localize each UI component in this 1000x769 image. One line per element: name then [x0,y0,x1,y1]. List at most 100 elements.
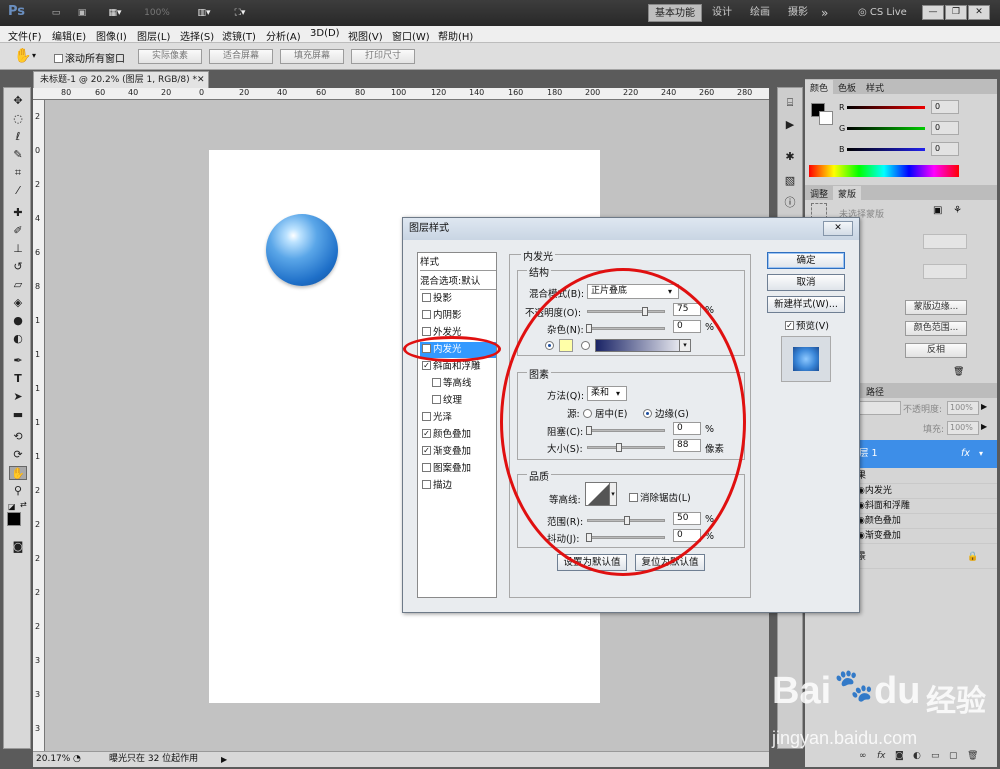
opacity-arrow-icon[interactable]: ▶ [981,402,987,411]
menu-3d[interactable]: 3D(D) [310,28,340,39]
quick-select-tool-icon[interactable]: ✎ [9,148,27,162]
invert-button[interactable]: 反相 [905,343,967,358]
style-checkbox-checked[interactable]: ✓ [422,429,431,438]
marquee-tool-icon[interactable]: ◌ [9,112,27,126]
mask-trash-icon[interactable]: 🗑 [953,367,964,377]
zoom-tool-icon[interactable]: ⚲ [9,484,27,498]
minimize-button[interactable]: — [922,5,944,20]
style-checkbox[interactable] [422,412,431,421]
menu-edit[interactable]: 编辑(E) [52,28,86,43]
vector-mask-icon[interactable]: ⚘ [953,205,962,216]
tool-preset-chevron-icon[interactable]: ▾ [32,51,36,60]
hand-tool-icon[interactable]: ✋ [9,466,27,480]
color-range-button[interactable]: 颜色范围... [905,321,967,336]
fit-screen-button[interactable]: 适合屏幕 [209,49,273,64]
menu-help[interactable]: 帮助(H) [438,28,473,43]
effect-color-overlay[interactable]: ◉颜色叠加 [855,514,997,529]
tab-swatches[interactable]: 色板 [833,80,861,95]
effect-bevel-emboss[interactable]: ◉斜面和浮雕 [855,499,997,514]
effect-gradient-overlay[interactable]: ◉渐变叠加 [855,529,997,544]
fill-arrow-icon[interactable]: ▶ [981,422,987,431]
crop-tool-icon[interactable]: ⌗ [9,166,27,180]
menu-view[interactable]: 视图(V) [348,28,383,43]
brush-tool-icon[interactable]: ✐ [9,224,27,238]
style-checkbox[interactable] [432,378,441,387]
move-tool-icon[interactable]: ✥ [9,94,27,108]
menu-window[interactable]: 窗口(W) [392,28,430,43]
style-item[interactable]: 图案叠加 [420,461,496,477]
healing-brush-tool-icon[interactable]: ✚ [9,206,27,220]
density-field[interactable] [923,234,967,249]
cs-live-button[interactable]: ◎ CS Live [852,4,913,22]
path-select-tool-icon[interactable]: ➤ [9,390,27,404]
value-r[interactable]: 0 [931,100,959,114]
mini-bridge-icon[interactable]: ▣ [74,5,90,21]
tab-adjustments[interactable]: 调整 [805,186,833,201]
menu-analysis[interactable]: 分析(A) [266,28,301,43]
eyedropper-tool-icon[interactable]: ⁄ [9,184,27,198]
print-size-button[interactable]: 打印尺寸 [351,49,415,64]
quick-mask-icon[interactable]: ◙ [9,540,27,554]
blur-tool-icon[interactable]: ● [9,314,27,328]
close-tab-icon[interactable]: ✕ [197,72,205,88]
info-panel-icon[interactable]: ⓘ [782,196,798,210]
tab-styles[interactable]: 样式 [861,80,889,95]
slider-b[interactable] [847,148,925,151]
value-g[interactable]: 0 [931,121,959,135]
layer-row-selected[interactable]: 层 1 fx ▾ [855,440,997,468]
zoom-level-display[interactable]: 100% [140,5,174,21]
layer-fx-icon[interactable]: fx [961,440,970,468]
styles-header[interactable]: 样式 [420,255,496,271]
3d-rotate-tool-icon[interactable]: ⟲ [9,430,27,444]
style-checkbox[interactable] [422,480,431,489]
tab-color[interactable]: 颜色 [805,80,834,95]
style-checkbox[interactable] [422,327,431,336]
zoom-value[interactable]: 20.17% [36,752,70,767]
expand-effects-icon[interactable]: ▾ [979,440,983,468]
style-item[interactable]: 投影 [420,291,496,307]
view-extras-icon[interactable]: ▦▾ [104,5,126,21]
screen-mode-icon[interactable]: ⛶▾ [228,5,252,21]
close-window-button[interactable]: ✕ [968,5,990,20]
workspace-photography[interactable]: 摄影 [782,4,814,22]
color-spectrum-ramp[interactable] [809,165,959,177]
paint-bucket-tool-icon[interactable]: ◈ [9,296,27,310]
document-tab[interactable]: 未标题-1 @ 20.2% (图层 1, RGB/8) * ✕ [33,71,209,88]
ok-button[interactable]: 确定 [767,252,845,269]
tab-masks[interactable]: 蒙版 [833,186,862,201]
workspace-design[interactable]: 设计 [706,4,738,22]
menu-image[interactable]: 图像(I) [96,28,127,43]
style-item[interactable]: 纹理 [420,393,496,409]
effect-inner-glow[interactable]: ◉内发光 [855,484,997,499]
type-tool-icon[interactable]: T [9,372,27,386]
style-checkbox[interactable] [422,293,431,302]
swap-colors-icon[interactable]: ⇄ [20,500,27,509]
clone-source-panel-icon[interactable]: ▧ [782,174,798,188]
style-item[interactable]: ✓ 颜色叠加 [420,427,496,443]
pen-tool-icon[interactable]: ✒ [9,354,27,368]
blend-mode-select[interactable] [859,401,901,415]
dodge-tool-icon[interactable]: ◐ [9,332,27,346]
menu-layer[interactable]: 图层(L) [137,28,170,43]
eraser-tool-icon[interactable]: ▱ [9,278,27,292]
default-colors-icon[interactable]: ◪ [8,502,16,511]
style-item[interactable]: 内阴影 [420,308,496,324]
style-item[interactable]: 描边 [420,478,496,494]
status-menu-arrow-icon[interactable]: ▶ [221,752,227,767]
cancel-button[interactable]: 取消 [767,274,845,291]
opacity-value[interactable]: 100% [947,401,979,415]
3d-orbit-tool-icon[interactable]: ⟳ [9,448,27,462]
bridge-icon[interactable]: ▭ [48,5,64,21]
blending-options-item[interactable]: 混合选项:默认 [420,274,496,290]
style-checkbox[interactable] [422,310,431,319]
workspace-essentials[interactable]: 基本功能 [648,4,702,22]
fill-value[interactable]: 100% [947,421,979,435]
style-checkbox[interactable] [422,463,431,472]
feather-field[interactable] [923,264,967,279]
preview-checkbox[interactable]: ✓ 预览(V) [783,318,829,332]
slider-g[interactable] [847,127,925,130]
pixel-mask-icon[interactable]: ▣ [933,205,942,216]
panel-background-swatch[interactable] [819,111,833,125]
arrange-documents-icon[interactable]: ▥▾ [193,5,215,21]
actions-panel-icon[interactable]: ▶ [782,118,798,132]
